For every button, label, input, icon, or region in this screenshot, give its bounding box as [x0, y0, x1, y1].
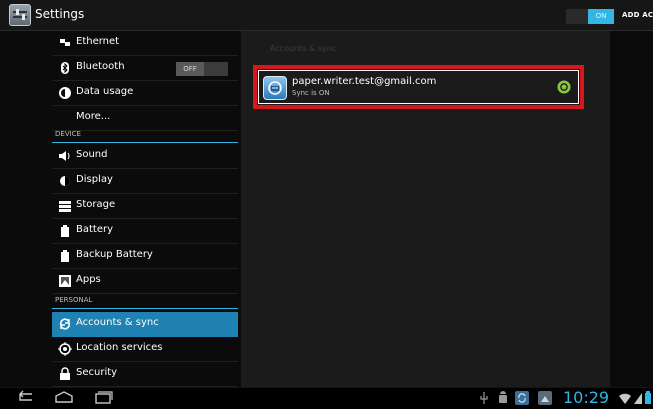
- settings-item-label: Bluetooth: [76, 61, 125, 72]
- settings-item-apps[interactable]: Apps: [52, 269, 238, 294]
- settings-item-label: Display: [76, 174, 113, 185]
- signal-icon: [634, 393, 642, 404]
- section-header-label: PERSONAL: [55, 296, 93, 304]
- settings-item-label: Data usage: [76, 86, 134, 97]
- account-sync-icon: [263, 76, 287, 100]
- settings-item-label: Sound: [76, 149, 108, 160]
- settings-item-label: More...: [76, 111, 111, 122]
- settings-item-label: Accounts & sync: [76, 317, 159, 328]
- account-sync-status: Sync is ON: [292, 89, 330, 97]
- section-header-personal: PERSONAL: [52, 295, 238, 309]
- recent-apps-icon[interactable]: [91, 390, 115, 406]
- pane-title: Accounts & sync: [270, 44, 337, 53]
- settings-app-icon[interactable]: [9, 4, 31, 26]
- settings-item-location[interactable]: Location services: [52, 337, 238, 362]
- account-item[interactable]: paper.writer.test@gmail.com Sync is ON: [253, 65, 584, 109]
- display-icon: [60, 176, 70, 186]
- settings-item-battery[interactable]: Battery: [52, 219, 238, 244]
- account-email: paper.writer.test@gmail.com: [292, 76, 437, 87]
- action-bar: Settings ON ADD ACCOUNT: [0, 0, 653, 31]
- section-header-device: DEVICE: [52, 129, 238, 143]
- clock: 10:29: [563, 388, 610, 407]
- storage-icon: [59, 201, 71, 212]
- settings-item-label: Security: [76, 367, 118, 378]
- settings-item-storage[interactable]: Storage: [52, 194, 238, 219]
- apps-icon: [59, 275, 71, 287]
- settings-item-sound[interactable]: Sound: [52, 144, 238, 169]
- sync-icon: [59, 318, 71, 330]
- settings-item-label: Battery: [76, 224, 114, 235]
- battery-icon: [61, 225, 69, 237]
- android-debug-icon: [499, 391, 507, 403]
- account-item-inner: paper.writer.test@gmail.com Sync is ON: [258, 70, 579, 104]
- settings-item-accounts-sync[interactable]: Accounts & sync: [52, 312, 238, 337]
- back-icon[interactable]: [14, 390, 38, 406]
- settings-item-label: Ethernet: [76, 36, 120, 47]
- settings-item-ethernet[interactable]: Ethernet: [52, 31, 238, 56]
- ethernet-icon: [60, 39, 70, 46]
- data-usage-icon: [59, 87, 71, 99]
- page-title: Settings: [35, 7, 85, 21]
- settings-item-label: Storage: [76, 199, 116, 210]
- settings-item-data-usage[interactable]: Data usage: [52, 81, 238, 106]
- master-sync-toggle[interactable]: ON: [566, 9, 614, 24]
- home-icon[interactable]: [52, 390, 76, 406]
- sync-notification-icon: [515, 391, 529, 405]
- usb-icon: [480, 392, 488, 404]
- settings-item-more[interactable]: More...: [52, 106, 238, 131]
- wifi-icon: [619, 393, 631, 404]
- settings-item-bluetooth[interactable]: Bluetooth OFF: [52, 56, 238, 81]
- detail-pane: Accounts & sync paper.writer.test@gmail.…: [241, 31, 610, 387]
- lock-icon: [60, 367, 70, 380]
- sound-icon: [59, 151, 70, 161]
- settings-item-security[interactable]: Security: [52, 362, 238, 387]
- toggle-on-label: ON: [588, 9, 614, 24]
- battery-icon: [61, 250, 69, 262]
- settings-item-backup-battery[interactable]: Backup Battery: [52, 244, 238, 269]
- system-bar: 10:29: [0, 387, 653, 409]
- battery-status-icon: [645, 391, 651, 404]
- location-icon: [58, 342, 72, 356]
- settings-item-label: Backup Battery: [76, 249, 153, 260]
- sync-status-icon: [557, 80, 571, 94]
- settings-item-label: Apps: [76, 274, 101, 285]
- bluetooth-toggle[interactable]: OFF: [176, 62, 228, 76]
- settings-item-label: Location services: [76, 342, 163, 353]
- settings-item-display[interactable]: Display: [52, 169, 238, 194]
- bluetooth-icon: [61, 62, 69, 74]
- section-header-label: DEVICE: [55, 130, 81, 138]
- add-account-button[interactable]: ADD ACCOUNT: [622, 11, 653, 19]
- screenshot-icon: [538, 391, 552, 405]
- settings-list: Ethernet Bluetooth OFF Data usage More..…: [0, 31, 240, 387]
- toggle-off-label: OFF: [176, 62, 204, 76]
